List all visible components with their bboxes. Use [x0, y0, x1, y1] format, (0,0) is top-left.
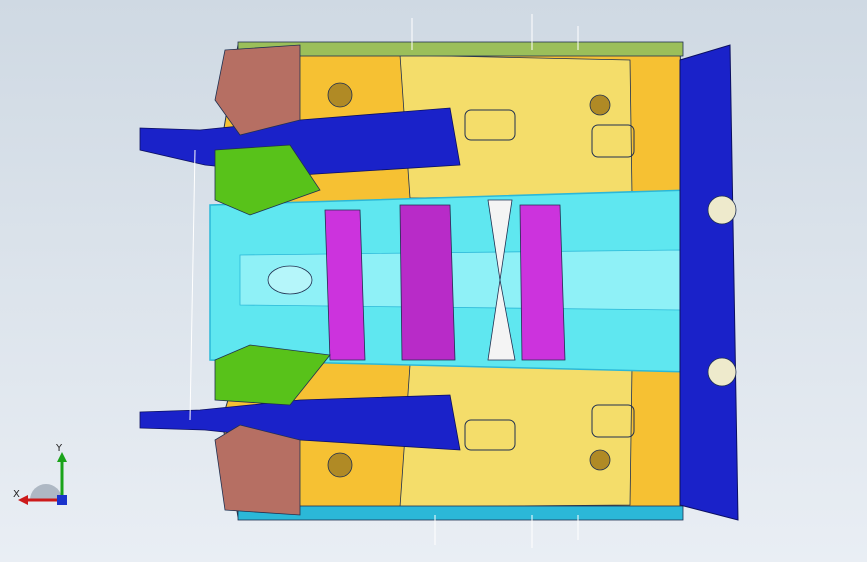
x-axis-label: X — [13, 489, 20, 500]
upper-top-edge-strip — [237, 41, 684, 57]
lower-rear-mount — [707, 357, 737, 387]
z-axis-origin — [57, 495, 67, 505]
upper-floor-hole — [327, 82, 353, 108]
lower-bottom-edge-strip — [237, 505, 684, 521]
cad-viewport[interactable]: Y X — [0, 0, 867, 562]
lower-rear-floor-hole — [589, 449, 611, 471]
reference-line — [189, 149, 196, 421]
axis-triad: Y X — [13, 443, 67, 505]
cross-bracket-1 — [324, 209, 366, 361]
lower-floor-hole — [327, 452, 353, 478]
car-floor-assembly-model[interactable] — [0, 0, 867, 562]
upper-rear-floor-hole — [589, 94, 611, 116]
rear-crossmember — [679, 44, 739, 521]
upper-rear-mount — [707, 195, 737, 225]
tunnel-oval-opening — [267, 265, 313, 295]
cross-bracket-2 — [399, 204, 456, 361]
lower-cowl-panel — [214, 424, 301, 516]
cross-bracket-3 — [519, 204, 566, 361]
y-axis-label: Y — [55, 443, 63, 454]
